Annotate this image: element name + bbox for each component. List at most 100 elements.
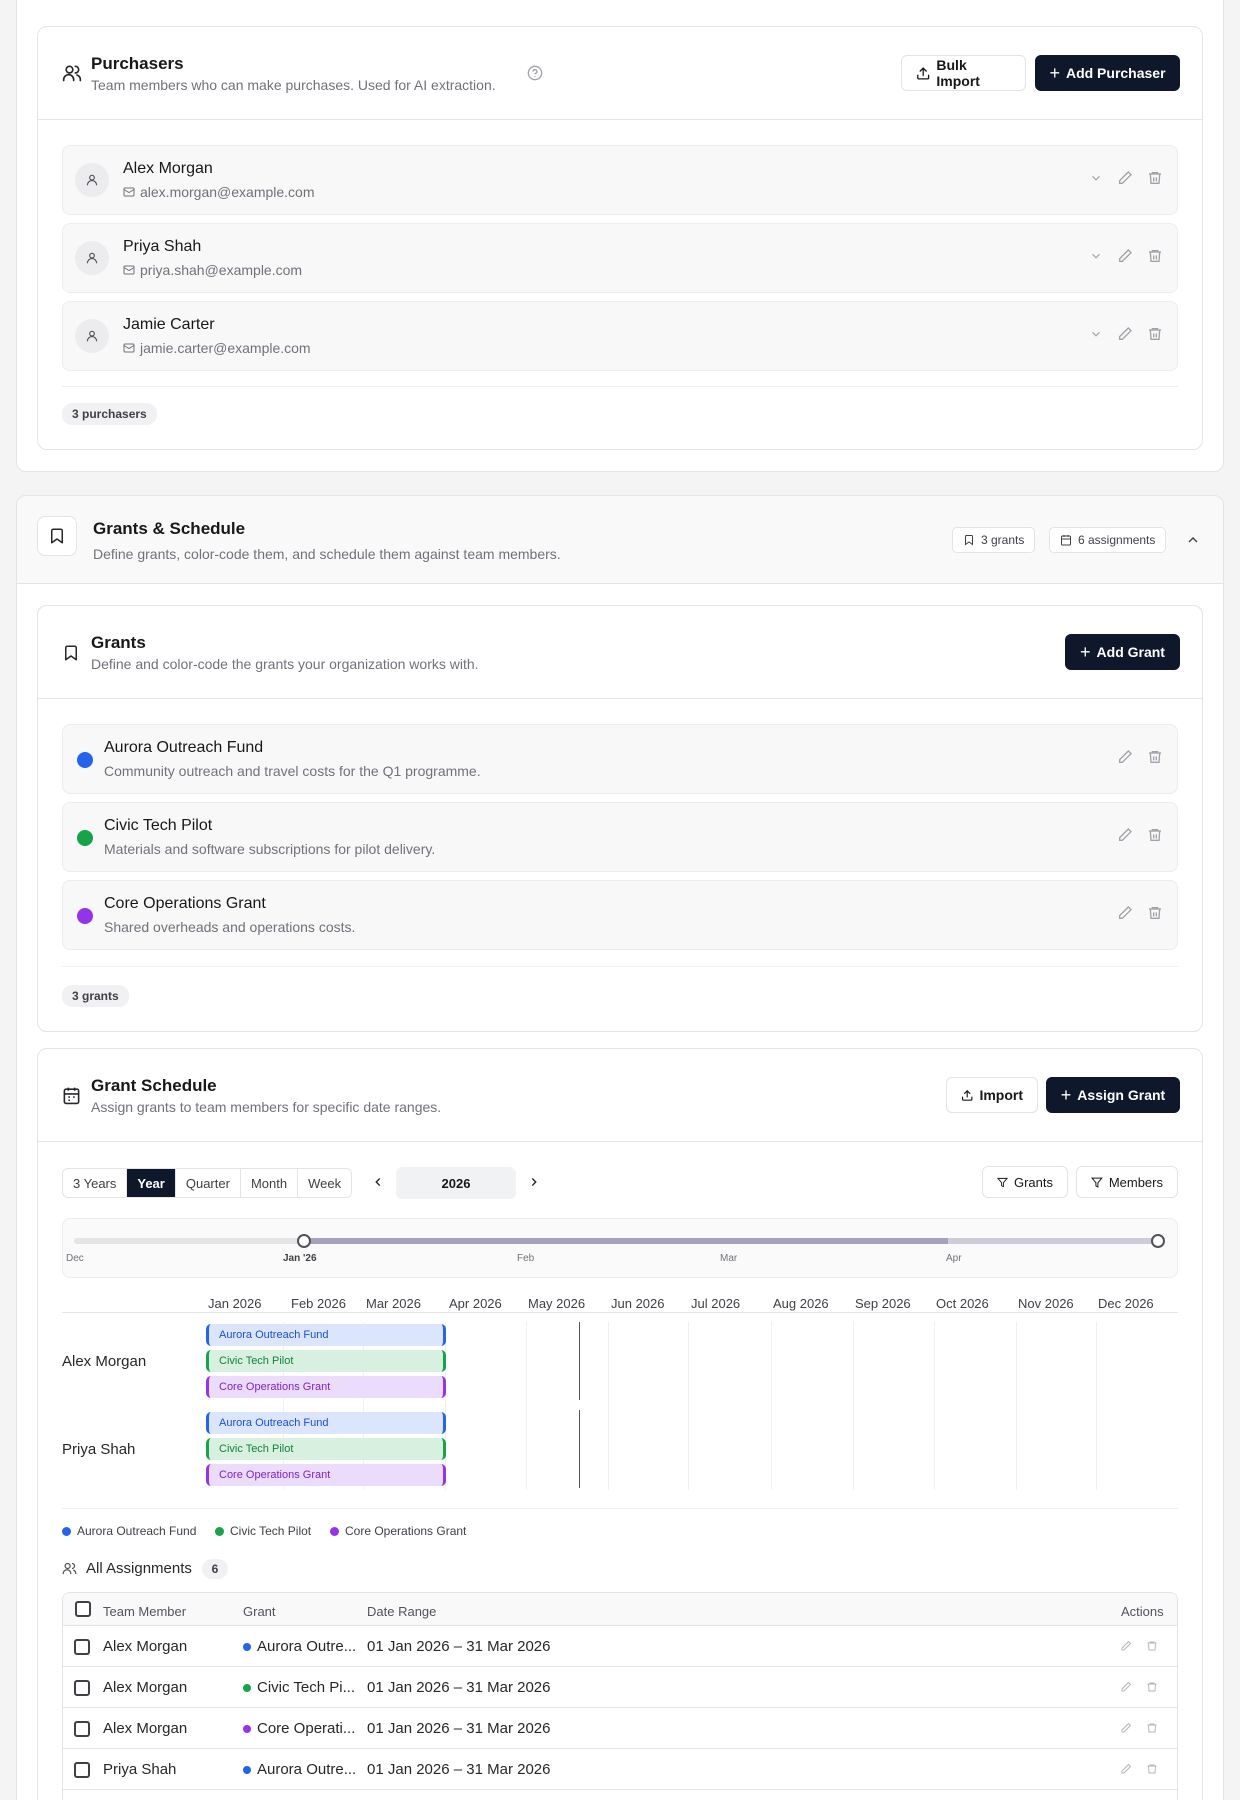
timeline-bar[interactable]: Aurora Outreach Fund <box>206 1324 446 1346</box>
timeline-bar[interactable]: Aurora Outreach Fund <box>206 1412 446 1434</box>
trash-icon[interactable] <box>1147 905 1163 921</box>
mail-icon <box>123 265 135 275</box>
schedule-subtitle: Assign grants to team members for specif… <box>91 1099 442 1115</box>
legend-item: Civic Tech Pilot <box>215 1524 311 1538</box>
grant-name: Aurora Outreach Fund <box>104 739 264 756</box>
month-label: Sep 2026 <box>855 1296 911 1311</box>
chevron-right-icon[interactable] <box>527 1175 541 1189</box>
timeline-bar[interactable]: Civic Tech Pilot <box>206 1438 446 1460</box>
view-month[interactable]: Month <box>241 1169 299 1197</box>
trash-icon[interactable] <box>1146 1681 1158 1693</box>
chevron-up-icon[interactable] <box>1185 532 1201 548</box>
table-row[interactable]: Alex Morgan Civic Tech Pi... 01 Jan 2026… <box>62 1666 1178 1707</box>
range-end-handle[interactable] <box>1151 1234 1165 1248</box>
edit-icon[interactable] <box>1120 1722 1132 1734</box>
timeline-bar[interactable]: Core Operations Grant <box>206 1376 446 1398</box>
grant-row[interactable]: Aurora Outreach Fund Community outreach … <box>62 724 1178 794</box>
bulk-import-button[interactable]: Bulk Import <box>901 55 1026 91</box>
import-button[interactable]: Import <box>946 1077 1038 1113</box>
view-quarter[interactable]: Quarter <box>176 1169 241 1197</box>
purchaser-email: jamie.carter@example.com <box>140 340 311 356</box>
column-header-actions: Actions <box>1121 1604 1164 1619</box>
edit-icon[interactable] <box>1117 749 1133 765</box>
timeline-bar[interactable]: Core Operations Grant <box>206 1464 446 1486</box>
range-label: Dec <box>66 1253 84 1264</box>
trash-icon[interactable] <box>1146 1722 1158 1734</box>
table-row[interactable]: Priya Shah Aurora Outre... 01 Jan 2026 –… <box>62 1748 1178 1789</box>
chevron-left-icon[interactable] <box>371 1175 385 1189</box>
row-grant: Civic Tech Pi... <box>257 1679 356 1696</box>
month-label: Jul 2026 <box>691 1296 741 1311</box>
chevron-down-icon[interactable] <box>1089 249 1103 263</box>
trash-icon[interactable] <box>1147 248 1163 264</box>
edit-icon[interactable] <box>1120 1681 1132 1693</box>
edit-icon[interactable] <box>1120 1763 1132 1775</box>
period-display[interactable]: 2026 <box>396 1167 516 1199</box>
grant-description: Community outreach and travel costs for … <box>104 763 481 779</box>
trash-icon[interactable] <box>1147 326 1163 342</box>
grants-schedule-header[interactable] <box>17 496 1223 584</box>
trash-icon[interactable] <box>1147 749 1163 765</box>
chevron-down-icon[interactable] <box>1089 327 1103 341</box>
purchaser-email: priya.shah@example.com <box>140 262 303 278</box>
purchaser-name: Alex Morgan <box>123 160 213 177</box>
range-label: Apr <box>946 1253 962 1264</box>
select-all-checkbox[interactable] <box>75 1601 91 1617</box>
trash-icon[interactable] <box>1146 1763 1158 1775</box>
chevron-down-icon[interactable] <box>1089 171 1103 185</box>
purchaser-row[interactable]: Priya Shah priya.shah@example.com <box>62 223 1178 293</box>
trash-icon[interactable] <box>1146 1640 1158 1652</box>
view-year[interactable]: Year <box>127 1169 176 1197</box>
edit-icon[interactable] <box>1117 827 1133 843</box>
grid-line <box>1016 1322 1017 1490</box>
edit-icon[interactable] <box>1117 170 1133 186</box>
table-row[interactable]: Alex Morgan Aurora Outre... 01 Jan 2026 … <box>62 1625 1178 1666</box>
grant-row[interactable]: Civic Tech Pilot Materials and software … <box>62 802 1178 872</box>
grant-row[interactable]: Core Operations Grant Shared overheads a… <box>62 880 1178 950</box>
legend-label: Core Operations Grant <box>345 1524 467 1538</box>
range-start-handle[interactable] <box>297 1234 311 1248</box>
row-member: Priya Shah <box>103 1761 177 1778</box>
purchasers-header-divider <box>38 119 1202 120</box>
filter-grants-button[interactable]: Grants <box>982 1166 1068 1198</box>
timeline-header-divider <box>62 1312 1178 1313</box>
table-row[interactable]: Alex Morgan Core Operati... 01 Jan 2026 … <box>62 1707 1178 1748</box>
row-checkbox[interactable] <box>74 1680 90 1696</box>
edit-icon[interactable] <box>1117 248 1133 264</box>
purchaser-row[interactable]: Jamie Carter jamie.carter@example.com <box>62 301 1178 371</box>
add-purchaser-button[interactable]: + Add Purchaser <box>1035 55 1180 91</box>
row-checkbox[interactable] <box>74 1762 90 1778</box>
edit-icon[interactable] <box>1117 326 1133 342</box>
row-checkbox[interactable] <box>74 1639 90 1655</box>
legend-dot <box>330 1526 339 1536</box>
row-grant-dot <box>243 1725 251 1733</box>
month-label: Dec 2026 <box>1098 1296 1154 1311</box>
add-purchaser-label: Add Purchaser <box>1065 65 1166 81</box>
edit-icon[interactable] <box>1117 905 1133 921</box>
row-range: 01 Jan 2026 – 31 Mar 2026 <box>367 1679 551 1696</box>
purchasers-title: Purchasers <box>91 54 184 73</box>
calendar-icon <box>1061 535 1071 546</box>
today-marker <box>579 1410 580 1488</box>
grant-description: Shared overheads and operations costs. <box>104 919 356 935</box>
column-header-member[interactable]: Team Member <box>103 1604 186 1619</box>
all-assignments-title: All Assignments <box>86 1560 192 1577</box>
column-header-range[interactable]: Date Range <box>367 1604 436 1619</box>
filter-members-button[interactable]: Members <box>1076 1166 1178 1198</box>
edit-icon[interactable] <box>1120 1640 1132 1652</box>
view-week[interactable]: Week <box>298 1169 351 1197</box>
timeline-bar[interactable]: Civic Tech Pilot <box>206 1350 446 1372</box>
view-3-years[interactable]: 3 Years <box>63 1169 128 1197</box>
help-icon[interactable] <box>527 65 543 81</box>
add-grant-button[interactable]: + Add Grant <box>1065 634 1180 670</box>
grants-count-pill: 3 grants <box>62 985 129 1007</box>
range-selection <box>304 1238 948 1244</box>
purchaser-row[interactable]: Alex Morgan alex.morgan@example.com <box>62 145 1178 215</box>
table-row-partial <box>62 1789 1178 1790</box>
row-checkbox[interactable] <box>74 1721 90 1737</box>
trash-icon[interactable] <box>1147 827 1163 843</box>
column-header-grant[interactable]: Grant <box>243 1604 276 1619</box>
trash-icon[interactable] <box>1147 170 1163 186</box>
assign-grant-button[interactable]: + Assign Grant <box>1046 1077 1180 1113</box>
range-label: Feb <box>517 1253 535 1264</box>
